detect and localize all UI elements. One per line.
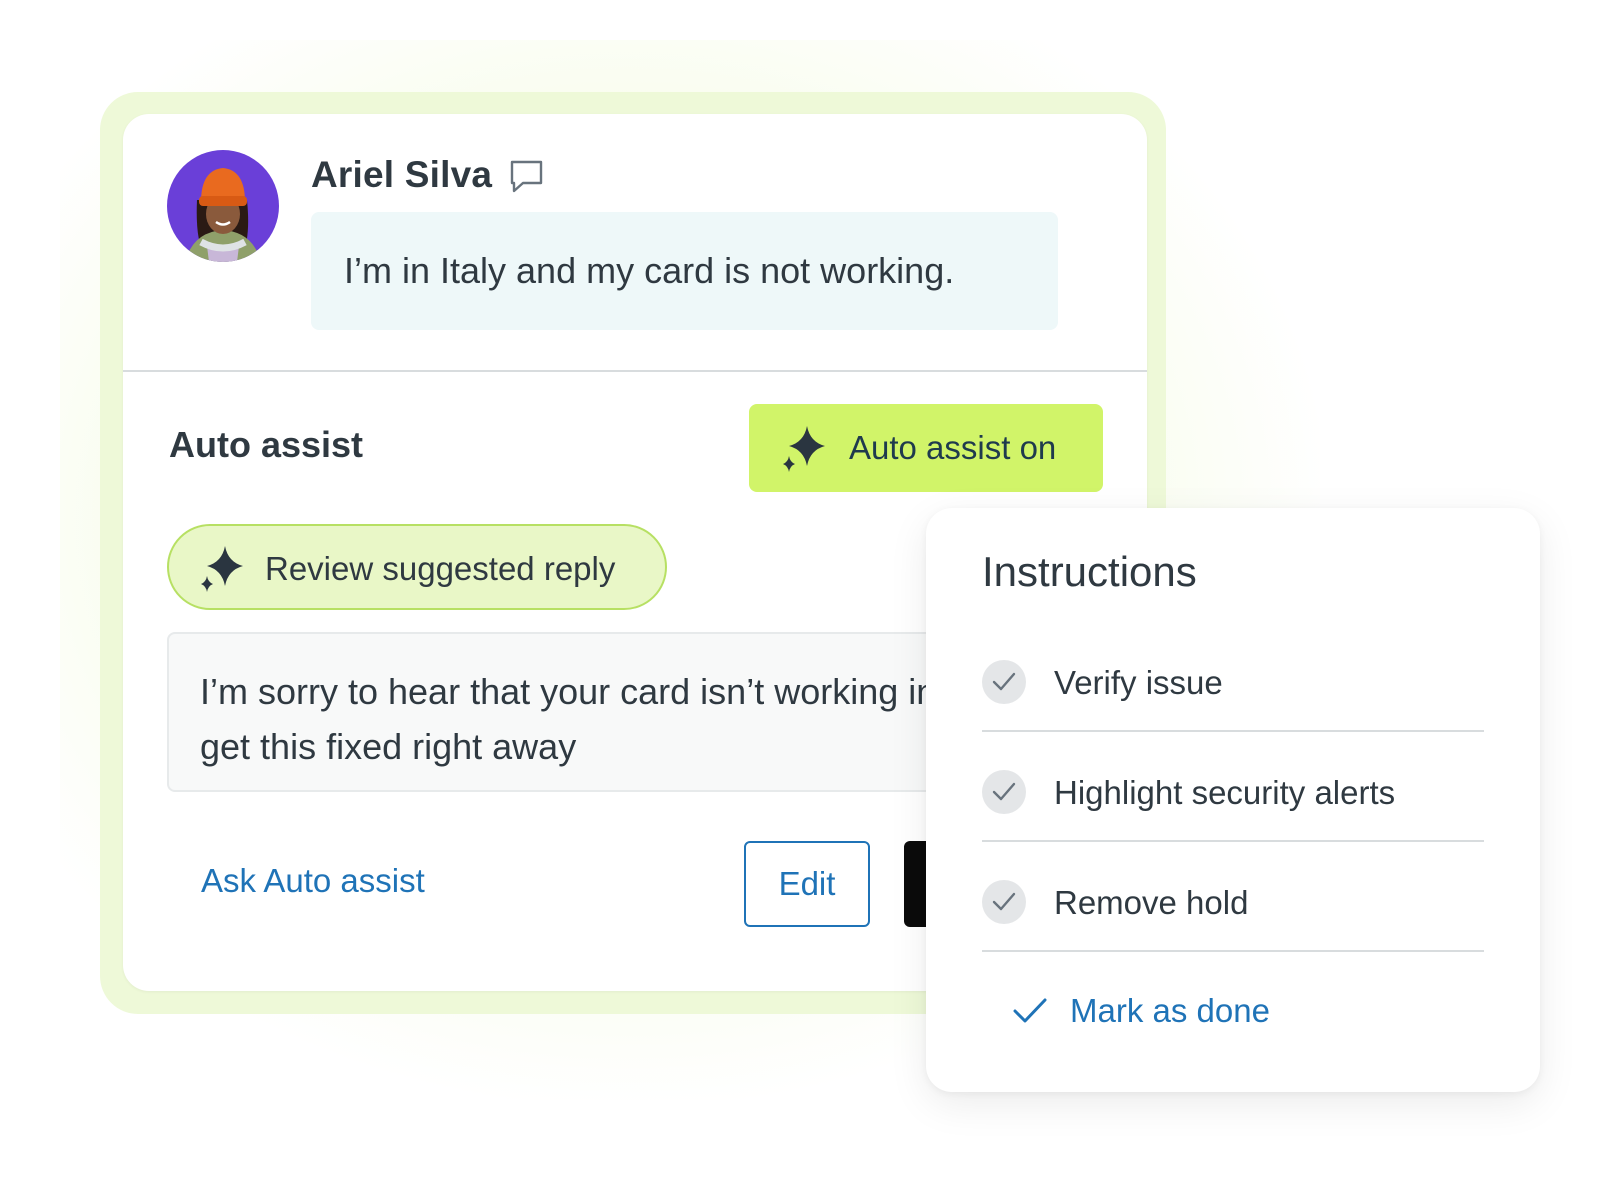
instruction-label: Verify issue <box>1054 664 1223 701</box>
ask-auto-assist-link[interactable]: Ask Auto assist <box>201 862 425 900</box>
edit-button[interactable]: Edit <box>744 841 870 927</box>
divider <box>123 370 1147 372</box>
checkmark-icon <box>1013 998 1047 1023</box>
instruction-item-highlight-security-alerts[interactable]: Highlight security alerts <box>982 736 1484 848</box>
instruction-label: Highlight security alerts <box>1054 774 1396 811</box>
instructions-panel: Instructions Verify issue Highlight secu… <box>926 508 1540 1092</box>
avatar[interactable] <box>167 150 279 262</box>
message-text: I’m in Italy and my card is not working. <box>344 250 955 291</box>
check-circle-icon[interactable] <box>982 660 1026 704</box>
review-suggested-reply-badge: Review suggested reply <box>167 524 667 610</box>
instruction-divider <box>982 950 1484 952</box>
speech-bubble-icon <box>508 158 546 196</box>
user-name: Ariel Silva <box>311 154 493 195</box>
check-circle-icon[interactable] <box>982 880 1026 924</box>
instruction-divider <box>982 840 1484 842</box>
review-suggested-reply-label: Review suggested reply <box>265 550 616 587</box>
auto-assist-toggle-button[interactable]: Auto assist on <box>749 404 1103 492</box>
message-bubble: I’m in Italy and my card is not working. <box>311 212 1058 330</box>
instructions-title: Instructions <box>982 548 1197 595</box>
instruction-divider <box>982 730 1484 732</box>
auto-assist-title: Auto assist <box>169 424 364 465</box>
sparkle-icon <box>781 424 827 472</box>
mark-as-done-label: Mark as done <box>1070 992 1270 1029</box>
instruction-label: Remove hold <box>1054 884 1249 921</box>
auto-assist-toggle-label: Auto assist on <box>849 429 1057 466</box>
sparkle-icon <box>199 544 245 592</box>
instruction-item-verify-issue[interactable]: Verify issue <box>982 626 1484 738</box>
check-circle-icon[interactable] <box>982 770 1026 814</box>
instruction-item-remove-hold[interactable]: Remove hold <box>982 846 1484 958</box>
